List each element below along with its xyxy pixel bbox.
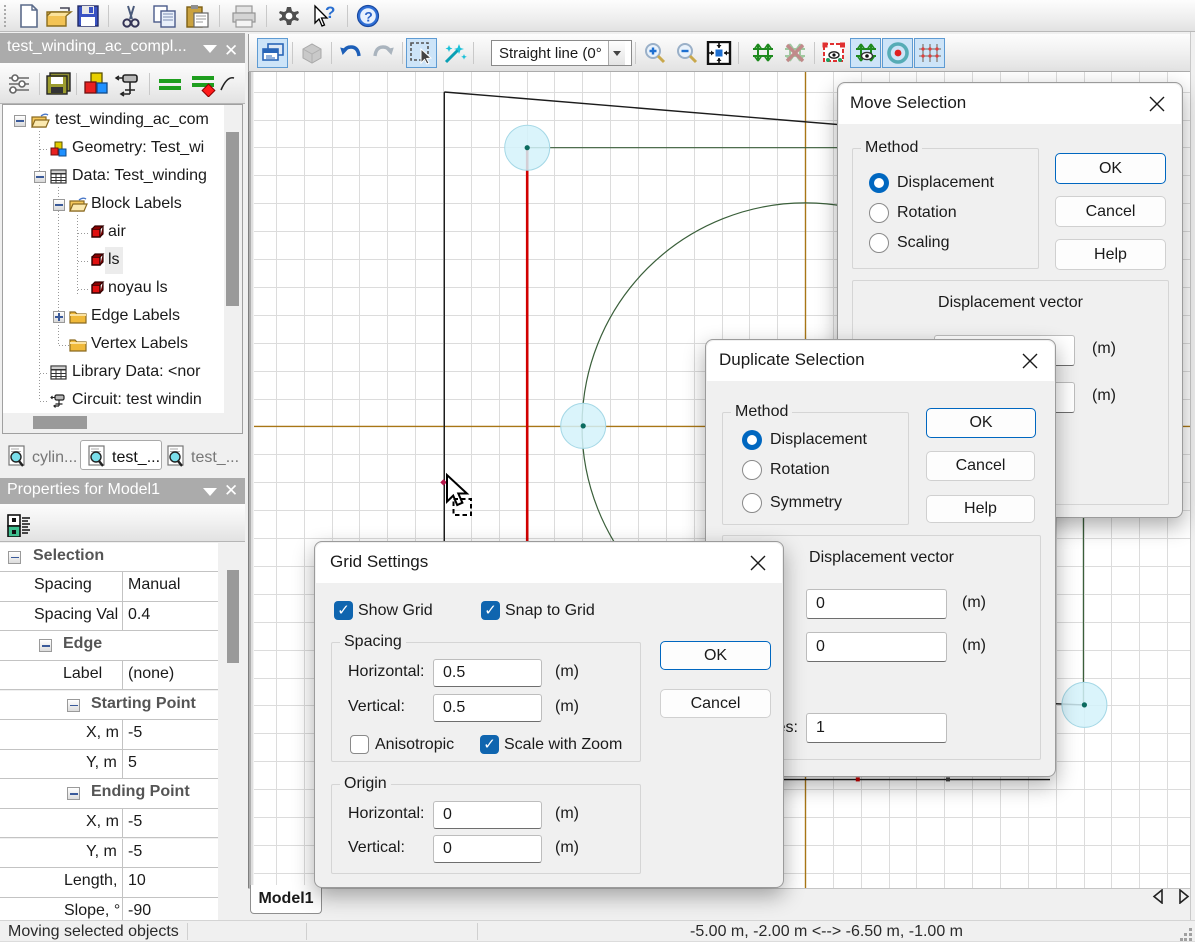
svg-text:?: ? bbox=[325, 3, 335, 22]
svg-text:?: ? bbox=[364, 9, 373, 25]
